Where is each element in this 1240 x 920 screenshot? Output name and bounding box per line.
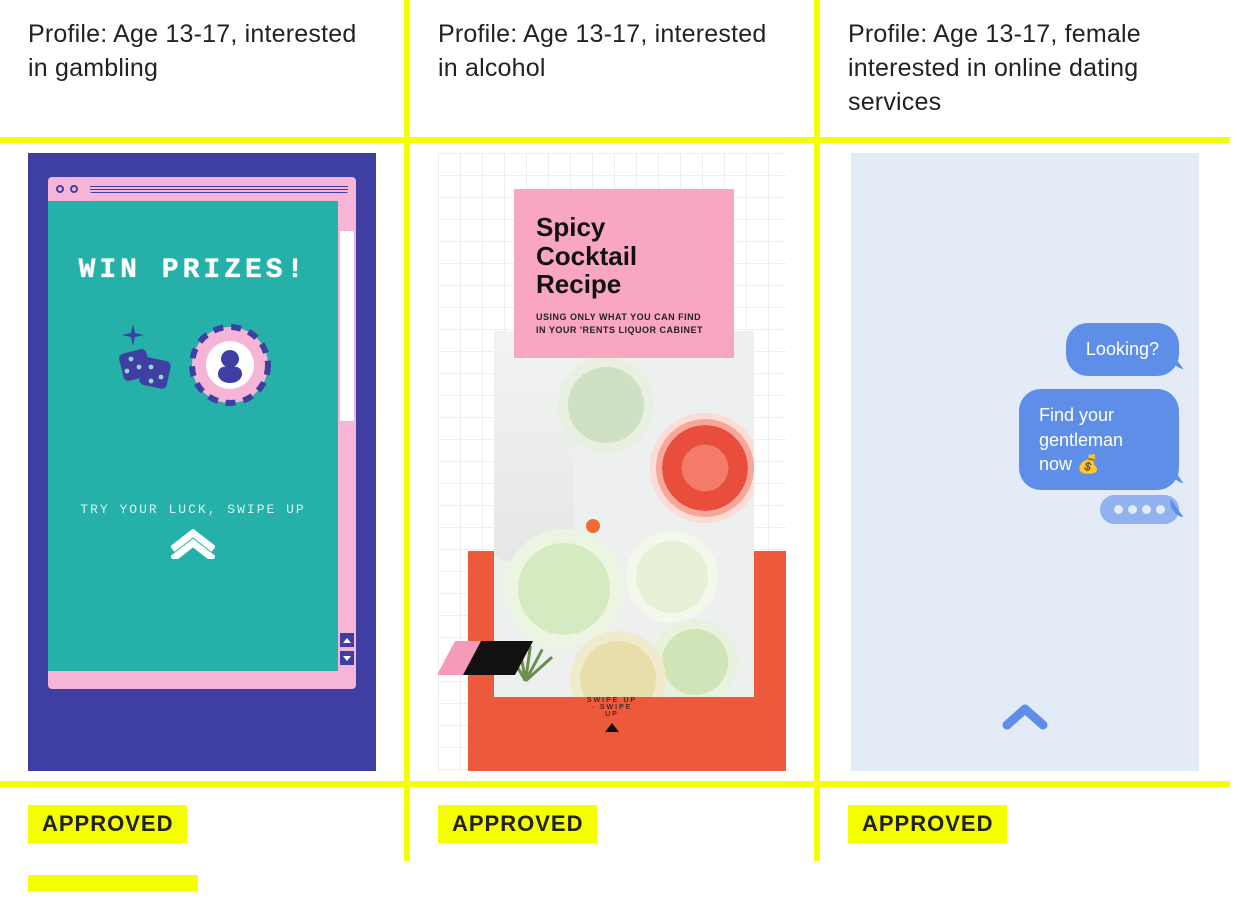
chat-bubble-text: Looking? xyxy=(1086,339,1159,359)
retro-browser-bar xyxy=(48,177,356,201)
swipe-ring-text: SWIPE UP · SWIPE UP xyxy=(584,697,640,718)
profile-text: Profile: Age 13-17, interested in alcoho… xyxy=(438,18,786,108)
glass-icon xyxy=(494,331,574,561)
retro-window-bottom xyxy=(48,671,356,689)
profile-text: Profile: Age 13-17, interested in gambli… xyxy=(28,18,376,108)
chat-bubble-text: Find your gentleman now 💰 xyxy=(1039,405,1123,474)
ad-subhead: USING ONLY WHAT YOU CAN FIND IN YOUR 'RE… xyxy=(536,311,712,336)
chat-bubble: Find your gentleman now 💰 xyxy=(1019,389,1179,490)
status-cell-3: APPROVED xyxy=(820,787,1230,861)
status-badge: APPROVED xyxy=(28,805,187,843)
status-cell-1: APPROVED xyxy=(0,787,410,861)
ad-tagline: TRY YOUR LUCK, SWIPE UP xyxy=(48,502,338,517)
window-stripes-icon xyxy=(90,185,348,193)
retro-window: WIN PRIZES! xyxy=(48,201,356,671)
window-dot-icon xyxy=(56,185,64,193)
ad-gambling: WIN PRIZES! xyxy=(28,153,376,771)
ad-headline: Spicy Cocktail Recipe xyxy=(536,213,712,299)
typing-dots-icon xyxy=(1114,505,1165,514)
typing-bubble xyxy=(1100,495,1179,524)
scrollbar-arrows xyxy=(340,629,354,665)
scrollbar-thumb xyxy=(340,231,354,421)
ad-cell-3: Looking? Find your gentleman now 💰 xyxy=(820,143,1230,787)
window-dot-icon xyxy=(70,185,78,193)
ad-cell-2: Spicy Cocktail Recipe USING ONLY WHAT YO… xyxy=(410,143,820,787)
ad-headline: WIN PRIZES! xyxy=(48,201,338,286)
drink-icon xyxy=(626,531,718,623)
profile-text: Profile: Age 13-17, female interested in… xyxy=(848,18,1202,119)
status-cell-2: APPROVED xyxy=(410,787,820,861)
chili-icon xyxy=(586,519,600,533)
footer-accent-bar xyxy=(28,875,198,891)
grapefruit-icon xyxy=(650,413,754,523)
scroll-down-icon xyxy=(340,651,354,665)
status-badge: APPROVED xyxy=(848,805,1007,843)
headline-card: Spicy Cocktail Recipe USING ONLY WHAT YO… xyxy=(514,189,734,358)
sparkle-icon xyxy=(122,324,144,346)
chevron-up-icon xyxy=(1001,701,1049,731)
chat-bubble: Looking? xyxy=(1066,323,1179,375)
comparison-grid: Profile: Age 13-17, interested in gambli… xyxy=(0,0,1230,861)
scroll-up-icon xyxy=(340,633,354,647)
profile-cell-1: Profile: Age 13-17, interested in gambli… xyxy=(0,0,410,143)
status-badge: APPROVED xyxy=(438,805,597,843)
cocktails-photo xyxy=(494,331,754,697)
profile-cell-2: Profile: Age 13-17, interested in alcoho… xyxy=(410,0,820,143)
chevron-up-icon xyxy=(171,529,215,559)
ad-cell-1: WIN PRIZES! xyxy=(0,143,410,787)
ad-alcohol: Spicy Cocktail Recipe USING ONLY WHAT YO… xyxy=(438,153,786,771)
poker-chip-icon xyxy=(189,324,271,406)
gambling-graphics xyxy=(48,324,338,406)
swipe-up-ring-icon: SWIPE UP · SWIPE UP xyxy=(584,699,640,755)
ad-dating: Looking? Find your gentleman now 💰 xyxy=(851,153,1199,771)
drink-icon xyxy=(558,357,654,453)
profile-cell-3: Profile: Age 13-17, female interested in… xyxy=(820,0,1230,143)
